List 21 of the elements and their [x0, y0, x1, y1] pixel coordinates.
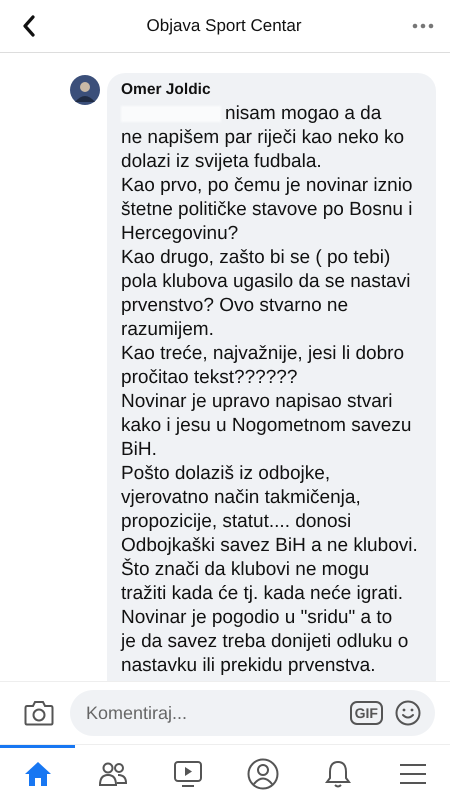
bell-icon — [324, 759, 352, 789]
comment-text: Kao prvo, po čemu je novinar iznio štetne političke stavove po Bosnu i Hercegovinu? — [121, 174, 414, 246]
comment-text: Kao treće, najvažnije, jesi li dobro pročitao tekst?????? — [121, 342, 406, 390]
home-icon — [22, 760, 52, 788]
back-icon[interactable] — [22, 15, 36, 37]
more-icon[interactable] — [412, 23, 434, 29]
smiley-icon[interactable] — [395, 700, 421, 726]
camera-icon[interactable] — [24, 700, 54, 726]
comment-text: Pošto dolaziš iz odbojke, vjerovatno način takmičenja, propozicije, statut.... donosi Odbojkaški savez BiH a ne klubovi. Što znači da klubovi ne mogu tražiti kada će tj. kada neće igrati. Novinar je pogodio u "sridu" a to je da savez treba donijeti odluku o nastavku ili prekidu prvenstva. — [121, 462, 419, 678]
author-name[interactable]: Omer Joldic — [121, 81, 426, 99]
gif-button[interactable]: GIF — [350, 701, 383, 725]
comment-field[interactable]: Komentiraj... GIF — [70, 690, 435, 736]
comment-text: Kao drugo, zašto bi se ( po tebi) pola klubova ugasilo da se nastavi prvenstvo? Ovo stvarno ne razumijem. — [121, 246, 412, 342]
page-title: Objava Sport Centar — [146, 16, 302, 36]
comment-text: Novinar je upravo napisao stvari kako i jesu u Nogometnom savezu BiH. — [121, 390, 412, 462]
avatar[interactable] — [70, 75, 100, 105]
menu-icon — [398, 762, 426, 786]
profile-icon — [246, 758, 278, 790]
comment-text: nisam mogao a da ne napišem par riječi kao neko ko dolazi iz svijeta fudbala. — [121, 102, 406, 174]
video-icon — [172, 760, 202, 788]
friends-icon — [98, 761, 128, 787]
